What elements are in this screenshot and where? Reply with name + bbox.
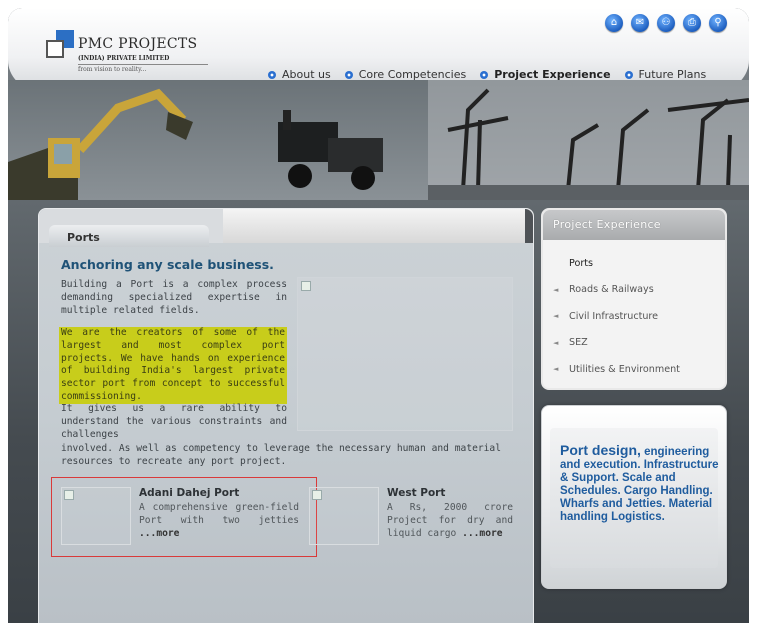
arrow-left-icon: ◄ [553, 285, 559, 294]
project-thumbnail[interactable] [61, 487, 131, 545]
site-header: PMC PROJECTS (INDIA) PRIVATE LIMITED fro… [8, 8, 749, 90]
sidebar-item-label: Utilities & Environment [569, 363, 680, 375]
arrow-left-icon: ◄ [553, 312, 559, 321]
sitemap-icon[interactable]: ⚇ [657, 14, 675, 32]
ability-paragraph: It gives us a rare ability to understand… [61, 403, 287, 440]
utility-icons: ⌂ ✉ ⚇ ⎙ ⚲ [605, 14, 727, 32]
nav-bullet-icon [344, 70, 353, 79]
broken-image-icon [312, 490, 322, 500]
nav-bullet-icon [480, 70, 489, 79]
arrow-left-icon: ◄ [553, 338, 559, 347]
highlighted-paragraph: We are the creators of some of the large… [59, 327, 287, 404]
sidebar-list: Ports ◄ Roads & Railways ◄ Civil Infrast… [543, 240, 725, 383]
logo-square-outline [46, 40, 64, 58]
nav-bullet-icon [624, 70, 633, 79]
project-description: A comprehensive green-field Port with tw… [139, 501, 299, 540]
intro-paragraph: Building a Port is a complex process dem… [61, 279, 287, 316]
home-icon[interactable]: ⌂ [605, 14, 623, 32]
port-image-placeholder [297, 277, 513, 431]
more-link[interactable]: ...more [139, 528, 179, 539]
tab-bar-fill [223, 209, 533, 243]
page-frame: PMC PROJECTS (INDIA) PRIVATE LIMITED fro… [8, 8, 749, 623]
competency-paragraph: involved. As well as competency to lever… [61, 443, 501, 467]
sidebar-item-ports[interactable]: Ports [553, 250, 725, 277]
promo-text: Port design, engineering and execution. … [560, 442, 720, 524]
broken-image-icon [64, 490, 74, 500]
project-experience-sidebar: Project Experience Ports ◄ Roads & Railw… [541, 208, 727, 390]
pmc-logo[interactable]: PMC PROJECTS (INDIA) PRIVATE LIMITED fro… [46, 30, 208, 80]
sidebar-item-roads-railways[interactable]: ◄ Roads & Railways [553, 277, 725, 304]
sidebar-item-label: Ports [569, 257, 594, 269]
project-thumbnail[interactable] [309, 487, 379, 545]
content-panel: Ports Anchoring any scale business. Buil… [38, 208, 534, 623]
tab-ports[interactable]: Ports [49, 225, 209, 247]
logo-subtitle: (INDIA) PRIVATE LIMITED [78, 55, 170, 62]
section-heading: Anchoring any scale business. [61, 257, 274, 272]
arrow-left-icon: ◄ [553, 365, 559, 374]
project-description: A Rs, 2000 crore Project for dry and liq… [387, 501, 513, 540]
mail-icon[interactable]: ✉ [631, 14, 649, 32]
sidebar-item-label: Roads & Railways [569, 284, 654, 296]
sidebar-item-civil-infrastructure[interactable]: ◄ Civil Infrastructure [553, 303, 725, 330]
sidebar-heading: Project Experience [543, 210, 725, 240]
sidebar-item-utilities-environment[interactable]: ◄ Utilities & Environment [553, 356, 725, 383]
project-description-text: A comprehensive green-field Port with tw… [139, 502, 299, 526]
header-banner-image [8, 80, 749, 200]
logo-title: PMC PROJECTS [78, 36, 198, 52]
more-link[interactable]: ...more [462, 528, 502, 539]
sidebar-item-label: SEZ [569, 337, 588, 349]
print-icon[interactable]: ⎙ [683, 14, 701, 32]
project-title[interactable]: West Port [387, 487, 513, 499]
logo-tagline: from vision to reality... [78, 64, 208, 73]
sidebar-item-sez[interactable]: ◄ SEZ [553, 330, 725, 357]
project-title[interactable]: Adani Dahej Port [139, 487, 299, 499]
broken-image-icon [301, 281, 311, 291]
promo-lead: Port design, [560, 442, 641, 458]
sidebar-item-label: Civil Infrastructure [569, 310, 659, 322]
services-promo-box: Port design, engineering and execution. … [541, 405, 727, 589]
search-icon[interactable]: ⚲ [709, 14, 727, 32]
nav-bullet-icon [268, 70, 276, 79]
